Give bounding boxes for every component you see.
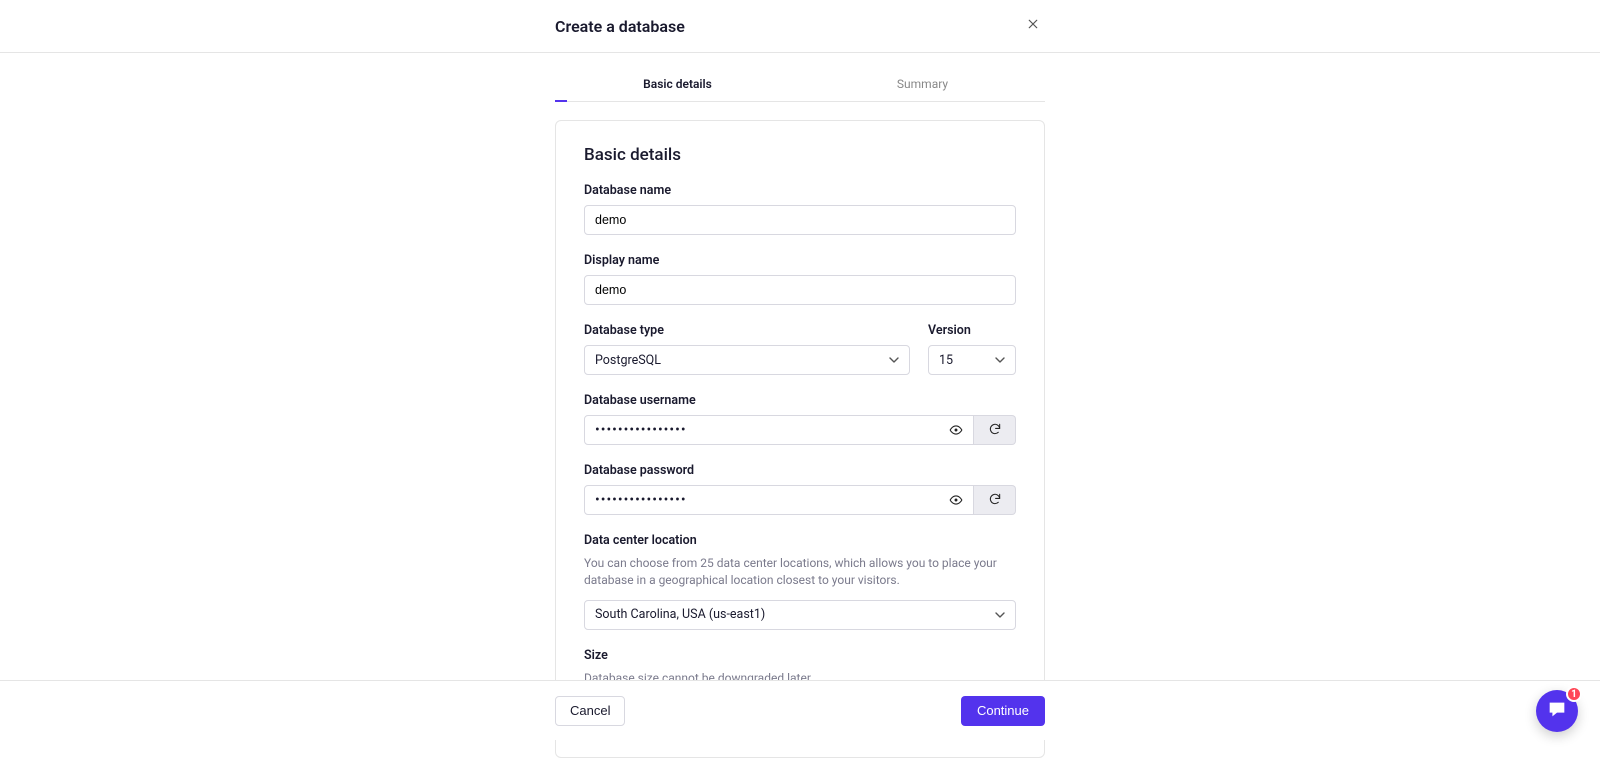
section-title: Basic details — [584, 145, 1016, 165]
label-display-name: Display name — [584, 253, 1016, 268]
input-database-username[interactable]: •••••••••••••••• — [595, 423, 945, 437]
regenerate-password-button[interactable] — [974, 485, 1016, 515]
input-display-name-wrap — [584, 275, 1016, 305]
continue-button[interactable]: Continue — [961, 696, 1045, 726]
refresh-icon — [988, 491, 1002, 510]
label-database-type: Database type — [584, 323, 910, 338]
input-database-password[interactable]: •••••••••••••••• — [595, 493, 945, 507]
tab-indicator — [555, 100, 567, 102]
field-database-password: Database password •••••••••••••••• — [584, 463, 1016, 515]
label-version: Version — [928, 323, 1016, 338]
select-data-center-location-value: South Carolina, USA (us-east1) — [595, 607, 765, 622]
regenerate-username-button[interactable] — [974, 415, 1016, 445]
input-display-name[interactable] — [595, 283, 1005, 297]
field-data-center-location: Data center location You can choose from… — [584, 533, 1016, 630]
input-database-username-wrap: •••••••••••••••• — [584, 415, 974, 445]
label-data-center-location: Data center location — [584, 533, 1016, 548]
label-database-name: Database name — [584, 183, 1016, 198]
footer: Cancel Continue — [0, 680, 1600, 740]
form-card: Basic details Database name Display name… — [555, 120, 1045, 758]
label-database-username: Database username — [584, 393, 1016, 408]
chevron-down-icon — [995, 610, 1005, 620]
refresh-icon — [988, 421, 1002, 440]
field-display-name: Display name — [584, 253, 1016, 305]
chevron-down-icon — [889, 355, 899, 365]
field-database-name: Database name — [584, 183, 1016, 235]
label-database-password: Database password — [584, 463, 1016, 478]
cancel-button[interactable]: Cancel — [555, 696, 625, 726]
tab-summary-label: Summary — [897, 77, 948, 91]
select-database-type-value: PostgreSQL — [595, 353, 661, 368]
label-size: Size — [584, 648, 1016, 663]
select-database-type[interactable]: PostgreSQL — [584, 345, 910, 375]
close-button[interactable] — [1021, 14, 1045, 38]
input-database-password-wrap: •••••••••••••••• — [584, 485, 974, 515]
eye-icon[interactable] — [945, 423, 967, 437]
chevron-down-icon — [995, 355, 1005, 365]
select-version[interactable]: 15 — [928, 345, 1016, 375]
tab-basic-details[interactable]: Basic details — [555, 69, 800, 101]
input-database-name[interactable] — [595, 213, 1005, 227]
help-data-center-location: You can choose from 25 data center locat… — [584, 555, 1016, 590]
select-version-value: 15 — [939, 353, 953, 368]
eye-icon[interactable] — [945, 493, 967, 507]
close-icon — [1027, 17, 1039, 35]
tab-basic-details-label: Basic details — [643, 77, 712, 91]
chat-launcher[interactable]: 1 — [1536, 690, 1578, 732]
chat-icon — [1546, 698, 1568, 724]
tabs: Basic details Summary — [555, 69, 1045, 102]
modal-title: Create a database — [555, 17, 685, 36]
modal-header: Create a database — [0, 0, 1600, 53]
field-version: Version 15 — [928, 323, 1016, 375]
chat-badge: 1 — [1566, 686, 1582, 702]
select-data-center-location[interactable]: South Carolina, USA (us-east1) — [584, 600, 1016, 630]
field-database-type: Database type PostgreSQL — [584, 323, 910, 375]
input-database-name-wrap — [584, 205, 1016, 235]
field-database-username: Database username •••••••••••••••• — [584, 393, 1016, 445]
tab-summary[interactable]: Summary — [800, 69, 1045, 101]
